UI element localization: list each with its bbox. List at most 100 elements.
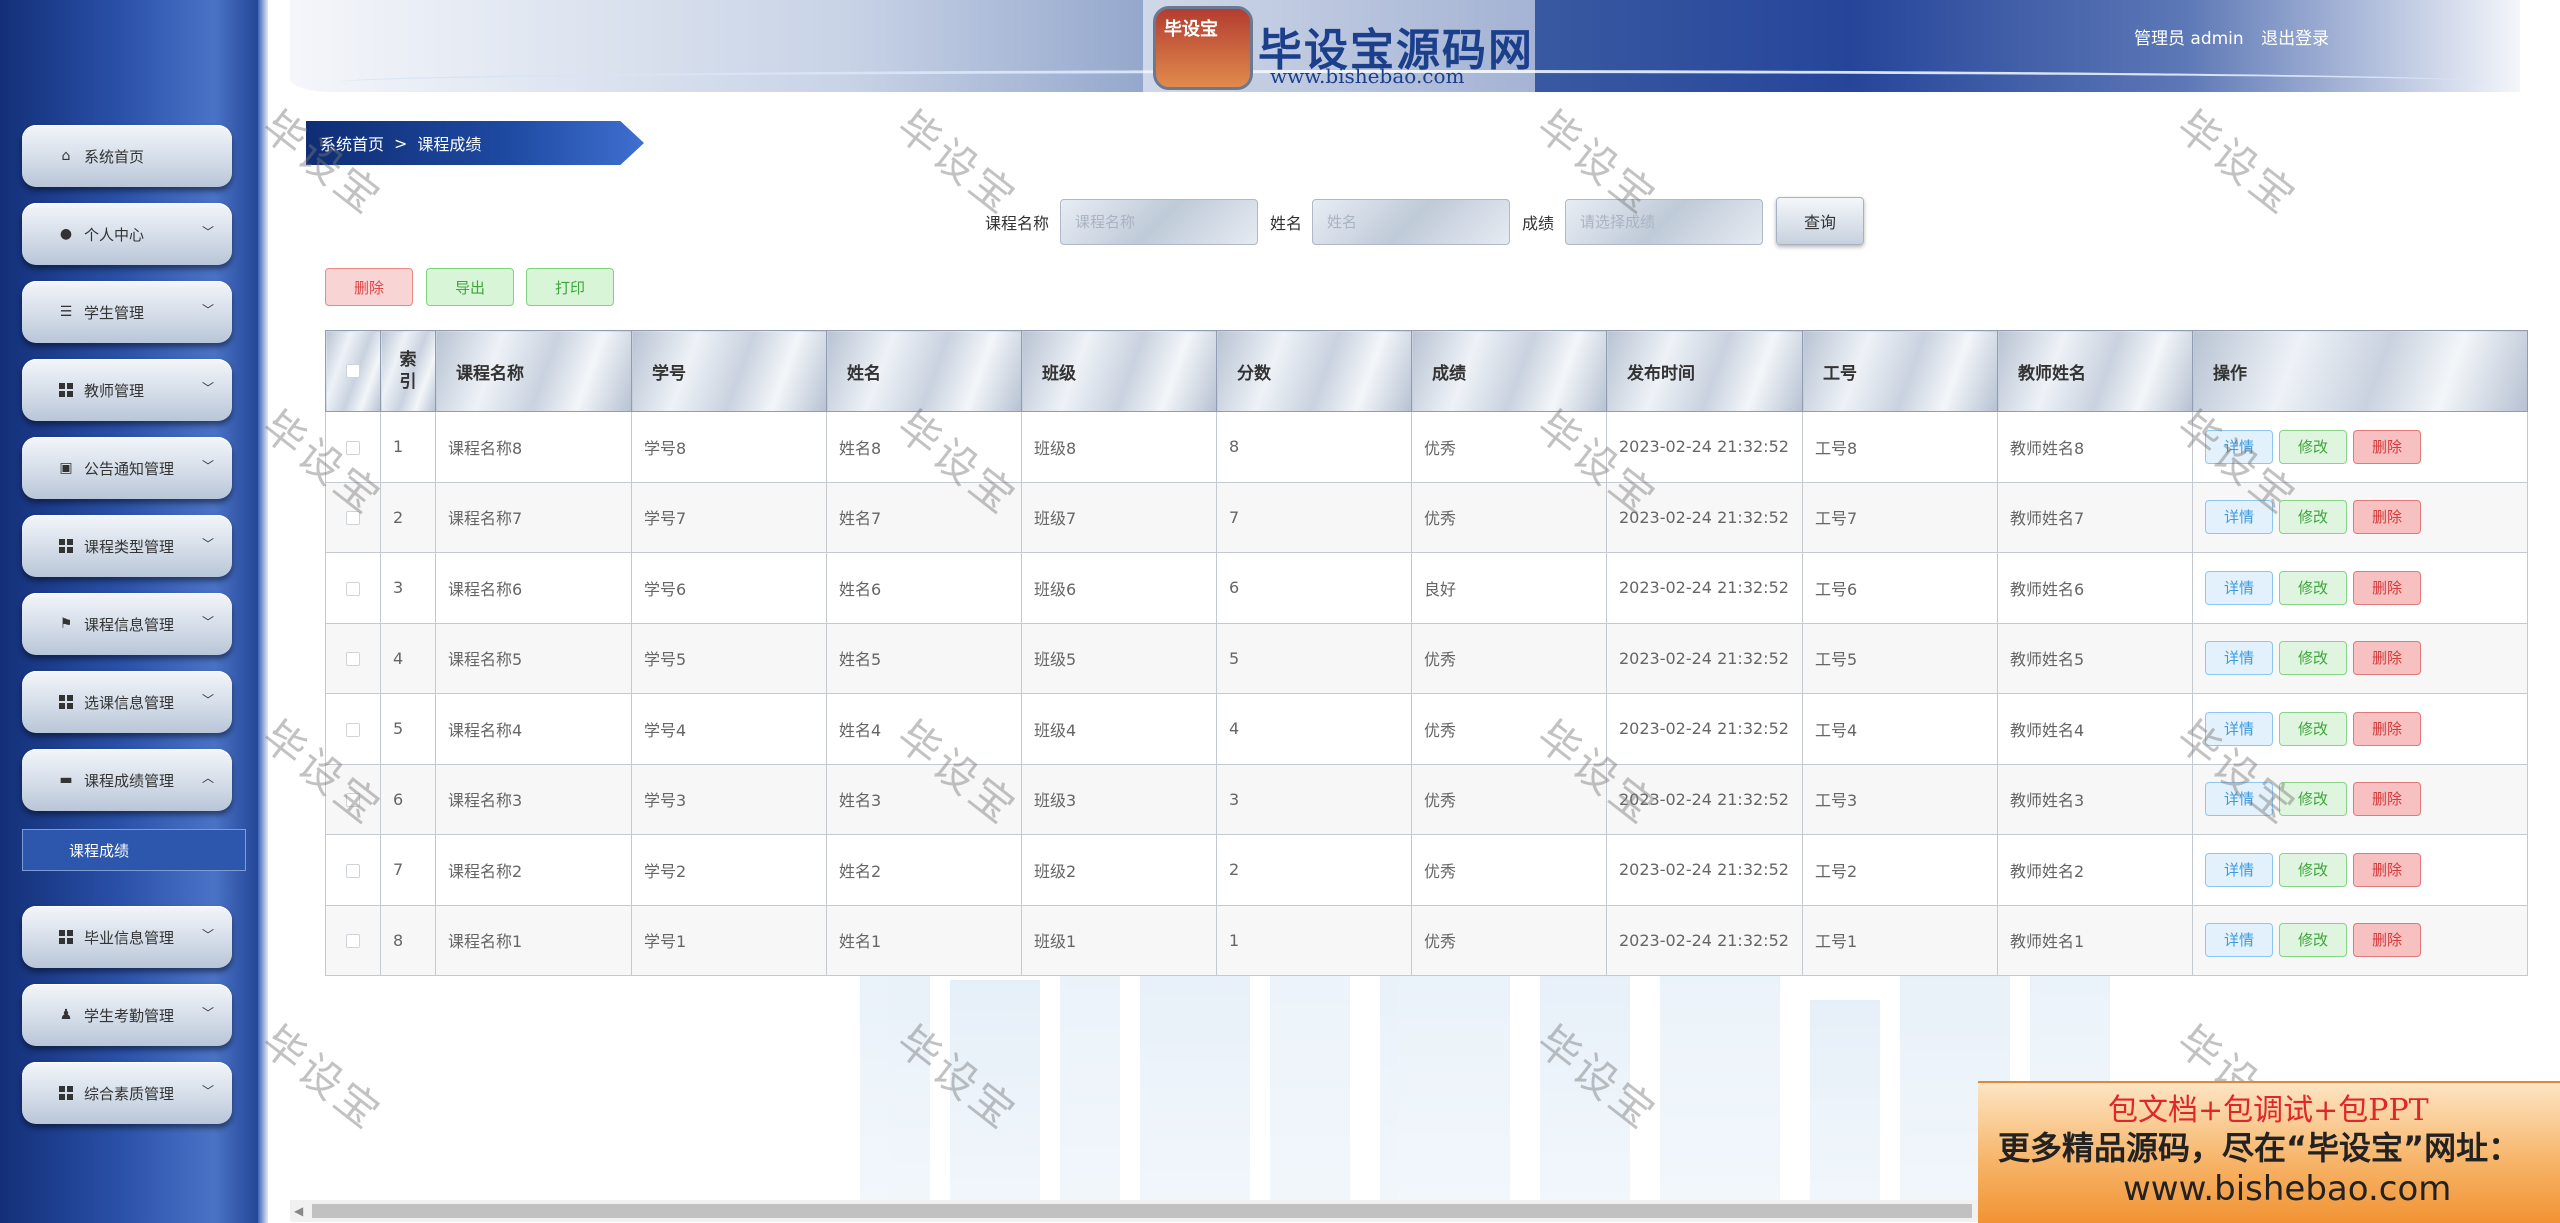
table-row[interactable]: 3 课程名称6 学号6 姓名6 班级6 6 良好 2023-02-24 21:32:52 工号6… [325, 552, 2528, 624]
table-row[interactable]: 6 课程名称3 学号3 姓名3 班级3 3 优秀 2023-02-24 21:32:52 工号3… [325, 763, 2528, 835]
sidebar-item-label: 学生管理 [84, 303, 145, 322]
delete-button[interactable]: 删除 [2353, 852, 2421, 887]
edit-button[interactable]: 修改 [2279, 500, 2347, 535]
edit-button[interactable]: 修改 [2279, 923, 2347, 958]
scroll-left-arrow-icon[interactable]: ◀ [294, 1204, 303, 1218]
logout-link[interactable]: 退出登录 [2261, 29, 2329, 49]
edit-button[interactable]: 修改 [2279, 641, 2347, 676]
select-all-checkbox-cell[interactable] [325, 330, 381, 412]
detail-button[interactable]: 详情 [2205, 852, 2273, 887]
promo-url[interactable]: www.bishebao.com [2123, 1169, 2451, 1209]
submenu-item-course-grades[interactable]: 课程成绩 [22, 829, 246, 871]
row-checkbox-cell[interactable] [325, 904, 381, 976]
table-row[interactable]: 4 课程名称5 学号5 姓名5 班级5 5 优秀 2023-02-24 21:32:52 工号5… [325, 622, 2528, 694]
row-checkbox-cell[interactable] [325, 763, 381, 835]
delete-button[interactable]: 删除 [2353, 782, 2421, 817]
delete-button[interactable]: 删除 [2353, 570, 2421, 605]
detail-button[interactable]: 详情 [2205, 641, 2273, 676]
edit-button[interactable]: 修改 [2279, 429, 2347, 464]
cell-grade: 优秀 [1411, 411, 1607, 483]
cell-teacher-id: 工号7 [1802, 481, 1998, 553]
cell-index: 7 [380, 834, 436, 906]
cell-grade: 优秀 [1411, 481, 1607, 553]
delete-button[interactable]: 删除 [2353, 641, 2421, 676]
table-row[interactable]: 1 课程名称8 学号8 姓名8 班级8 8 优秀 2023-02-24 21:32:52 工号8… [325, 411, 2528, 483]
logo-url: www.bishebao.com [1270, 64, 1465, 88]
user-info: 管理员 admin 退出登录 [2134, 24, 2341, 49]
grade-label: 成绩 [1522, 214, 1555, 233]
name-input[interactable] [1312, 199, 1510, 245]
row-checkbox[interactable] [346, 511, 360, 526]
cell-teacher-name: 教师姓名1 [1997, 904, 2193, 976]
delete-button[interactable]: 删除 [2353, 429, 2421, 464]
sidebar-item-12[interactable]: 综合素质管理 ﹀ [22, 1062, 232, 1124]
edit-button[interactable]: 修改 [2279, 782, 2347, 817]
print-button[interactable]: 打印 [526, 268, 614, 306]
row-checkbox-cell[interactable] [325, 622, 381, 694]
detail-button[interactable]: 详情 [2205, 923, 2273, 958]
detail-button[interactable]: 详情 [2205, 500, 2273, 535]
detail-button[interactable]: 详情 [2205, 429, 2273, 464]
export-button[interactable]: 导出 [426, 268, 514, 306]
row-checkbox-cell[interactable] [325, 552, 381, 624]
sidebar-item-6[interactable]: 课程类型管理 ﹀ [22, 515, 232, 577]
batch-delete-button[interactable]: 删除 [325, 268, 413, 306]
cell-score: 7 [1216, 481, 1412, 553]
edit-button[interactable]: 修改 [2279, 570, 2347, 605]
delete-button[interactable]: 删除 [2353, 500, 2421, 535]
detail-button[interactable]: 详情 [2205, 782, 2273, 817]
chevron-down-icon: ﹀ [201, 303, 214, 317]
sidebar-item-4[interactable]: 教师管理 ﹀ [22, 359, 232, 421]
course-name-input[interactable] [1060, 199, 1258, 245]
sidebar-item-3[interactable]: ☰ 学生管理 ﹀ [22, 281, 232, 343]
sidebar-item-9[interactable]: ▬ 课程成绩管理 ︿ [22, 749, 232, 811]
detail-button[interactable]: 详情 [2205, 570, 2273, 605]
sidebar-item-2[interactable]: ● 个人中心 ﹀ [22, 203, 232, 265]
delete-button[interactable]: 删除 [2353, 711, 2421, 746]
row-checkbox-cell[interactable] [325, 411, 381, 483]
cell-publish-time: 2023-02-24 21:32:52 [1606, 552, 1803, 624]
grid-icon [58, 1085, 74, 1101]
cell-student-id: 学号3 [631, 763, 827, 835]
cell-teacher-name: 教师姓名3 [1997, 763, 2193, 835]
sidebar-item-11[interactable]: ♟ 学生考勤管理 ﹀ [22, 984, 232, 1046]
row-checkbox-cell[interactable] [325, 693, 381, 765]
grade-select[interactable] [1565, 199, 1763, 245]
cell-score: 8 [1216, 411, 1412, 483]
row-checkbox[interactable] [346, 581, 360, 596]
breadcrumb-home[interactable]: 系统首页 [320, 131, 384, 155]
row-checkbox[interactable] [346, 440, 360, 455]
table-row[interactable]: 8 课程名称1 学号1 姓名1 班级1 1 优秀 2023-02-24 21:32:52 工号1… [325, 904, 2528, 976]
table-row[interactable]: 7 课程名称2 学号2 姓名2 班级2 2 优秀 2023-02-24 21:32:52 工号2… [325, 834, 2528, 906]
horizontal-scrollbar[interactable]: ◀ [290, 1200, 1978, 1222]
table-row[interactable]: 2 课程名称7 学号7 姓名7 班级7 7 优秀 2023-02-24 21:32:52 工号7… [325, 481, 2528, 553]
edit-button[interactable]: 修改 [2279, 711, 2347, 746]
sidebar-item-5[interactable]: ▣ 公告通知管理 ﹀ [22, 437, 232, 499]
scrollbar-thumb[interactable] [312, 1204, 1972, 1218]
row-checkbox-cell[interactable] [325, 834, 381, 906]
cell-score: 6 [1216, 552, 1412, 624]
row-checkbox[interactable] [346, 863, 360, 878]
select-all-checkbox[interactable] [346, 364, 360, 378]
cell-student-id: 学号7 [631, 481, 827, 553]
sidebar-item-1[interactable]: ⌂ 系统首页 [22, 125, 232, 187]
cell-student-id: 学号6 [631, 552, 827, 624]
cell-operations: 详情 修改 删除 [2192, 763, 2528, 835]
row-checkbox-cell[interactable] [325, 481, 381, 553]
search-button[interactable]: 查询 [1776, 197, 1864, 245]
sidebar-item-7[interactable]: ⚑ 课程信息管理 ﹀ [22, 593, 232, 655]
cell-index: 3 [380, 552, 436, 624]
sidebar-item-8[interactable]: 选课信息管理 ﹀ [22, 671, 232, 733]
header-class: 班级 [1021, 330, 1217, 412]
row-checkbox[interactable] [346, 793, 360, 808]
delete-button[interactable]: 删除 [2353, 923, 2421, 958]
chevron-down-icon: ﹀ [201, 381, 214, 395]
row-checkbox[interactable] [346, 722, 360, 737]
detail-button[interactable]: 详情 [2205, 711, 2273, 746]
row-checkbox[interactable] [346, 652, 360, 667]
header-grade: 成绩 [1411, 330, 1607, 412]
row-checkbox[interactable] [346, 934, 360, 949]
sidebar-item-10[interactable]: 毕业信息管理 ﹀ [22, 906, 232, 968]
edit-button[interactable]: 修改 [2279, 852, 2347, 887]
table-row[interactable]: 5 课程名称4 学号4 姓名4 班级4 4 优秀 2023-02-24 21:32:52 工号4… [325, 693, 2528, 765]
